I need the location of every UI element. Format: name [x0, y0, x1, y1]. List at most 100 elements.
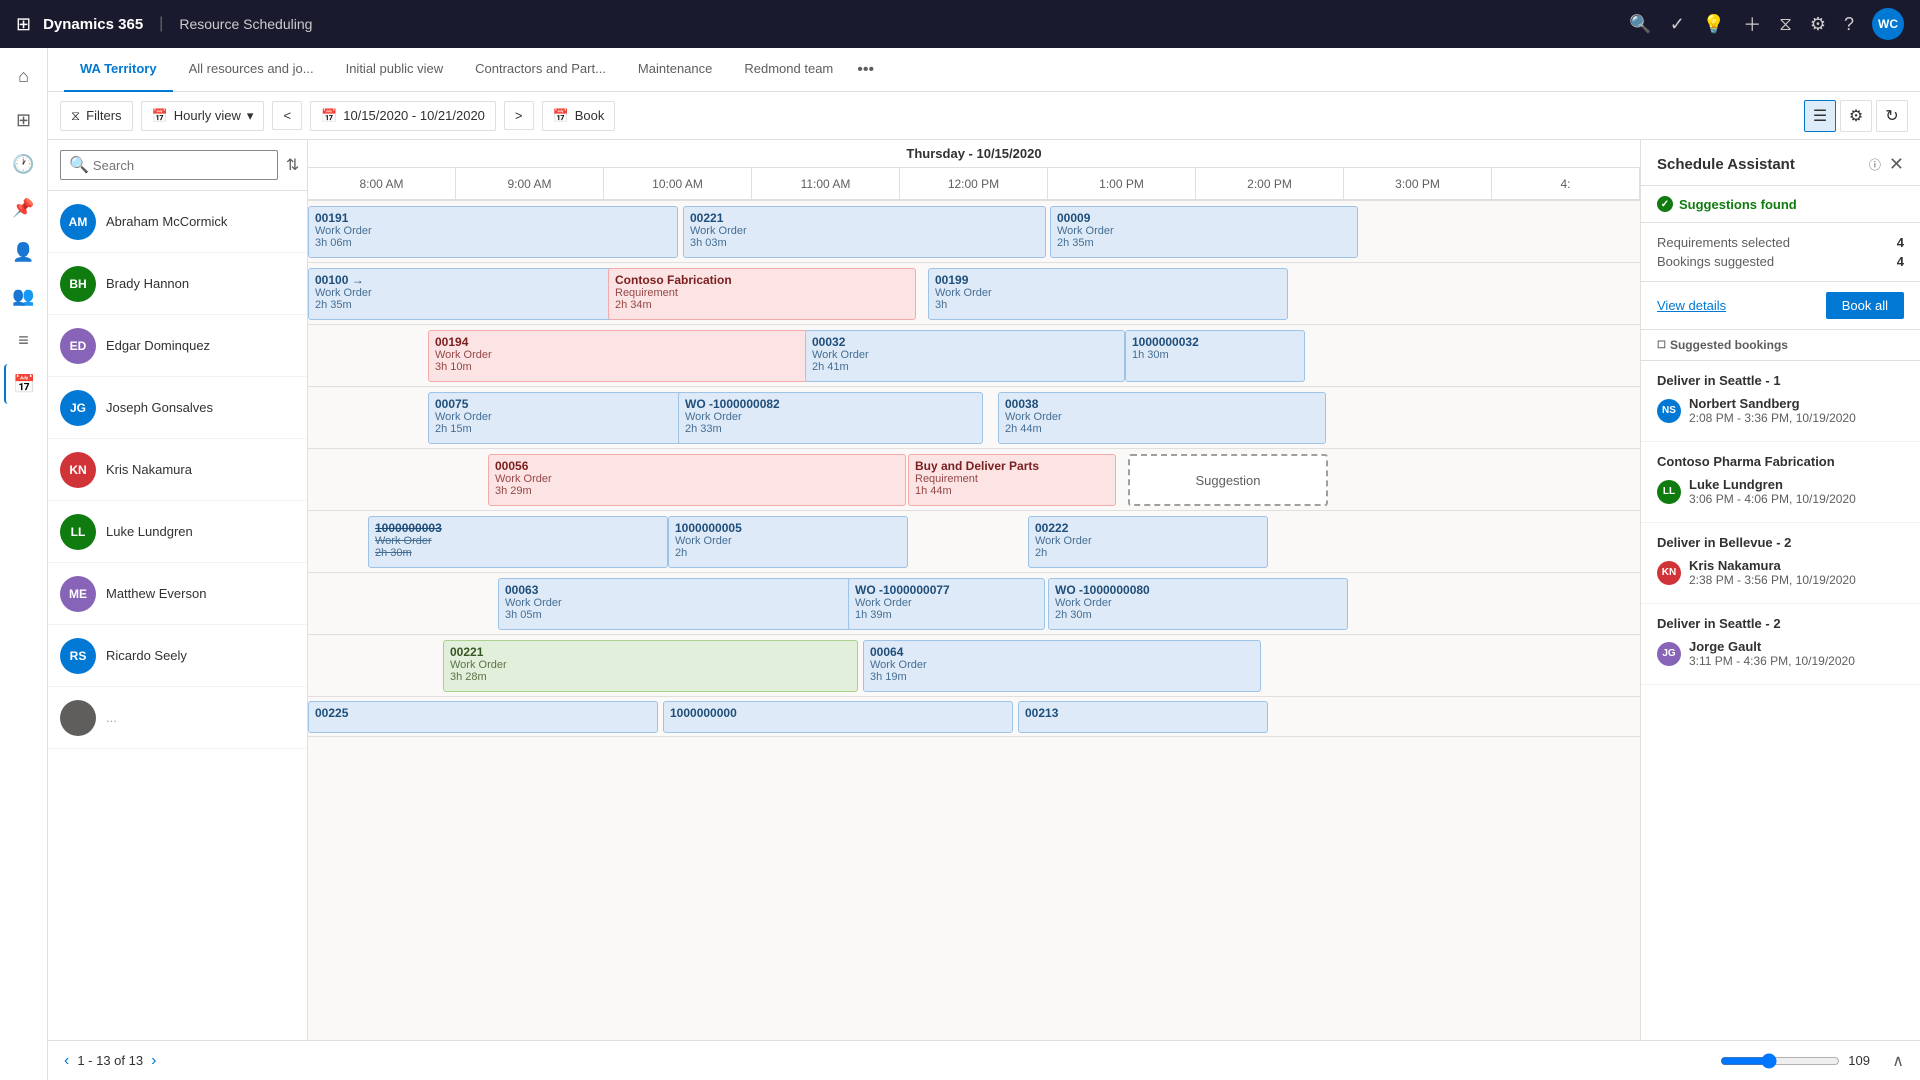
sidebar-pinned-icon[interactable]: 📌 [4, 188, 44, 228]
booking-1000000032[interactable]: 1000000032 1h 30m [1125, 330, 1305, 382]
list-item: ME Matthew Everson [48, 563, 307, 625]
avatar: AM [60, 204, 96, 240]
timeline-row-extra: 00225 1000000000 00213 [308, 697, 1640, 737]
search-area: 🔍 ⇅ [48, 140, 307, 191]
booking-00032[interactable]: 00032 Work Order 2h 41m [805, 330, 1125, 382]
help-icon[interactable]: ? [1844, 14, 1854, 35]
booking-00191[interactable]: 00191 Work Order 3h 06m [308, 206, 678, 258]
booking-00213[interactable]: 00213 [1018, 701, 1268, 733]
collapse-button[interactable]: ∧ [1892, 1051, 1904, 1071]
filter-icon: ⧖ [71, 108, 80, 124]
tab-contractors[interactable]: Contractors and Part... [459, 48, 622, 92]
next-date-button[interactable]: > [504, 101, 534, 130]
time-slot-3pm: 3:00 PM [1344, 168, 1492, 199]
waffle-icon[interactable]: ⊞ [16, 14, 31, 35]
avatar: JG [1657, 642, 1681, 666]
toolbar-right: ☰ ⚙ ↻ [1804, 100, 1908, 132]
booking-00199[interactable]: 00199 Work Order 3h [928, 268, 1288, 320]
booking-00009[interactable]: 00009 Work Order 2h 35m [1050, 206, 1358, 258]
search-box[interactable]: 🔍 [60, 150, 278, 180]
time-slot-12pm: 12:00 PM [900, 168, 1048, 199]
filters-button[interactable]: ⧖ Filters [60, 101, 133, 131]
booking-suggestion-kris[interactable]: Suggestion [1128, 454, 1328, 506]
booking-00222[interactable]: 00222 Work Order 2h [1028, 516, 1268, 568]
refresh-icon[interactable]: ↻ [1876, 100, 1908, 132]
sidebar-home-icon[interactable]: ⌂ [4, 56, 44, 96]
booking-wo-1000000077[interactable]: WO -1000000077 Work Order 1h 39m [848, 578, 1045, 630]
booking-00075[interactable]: 00075 Work Order 2h 15m [428, 392, 697, 444]
booking-00194[interactable]: 00194 Work Order 3h 10m [428, 330, 821, 382]
resource-name: Luke Lundgren [106, 524, 193, 539]
suggestion-group-title: Deliver in Seattle - 1 [1657, 373, 1904, 388]
timeline-area: Thursday - 10/15/2020 8:00 AM 9:00 AM 10… [308, 140, 1640, 1080]
sidebar-calendar-icon[interactable]: 📅 [4, 364, 44, 404]
book-all-button[interactable]: Book all [1826, 292, 1904, 319]
booking-00038[interactable]: 00038 Work Order 2h 44m [998, 392, 1326, 444]
close-button[interactable]: ✕ [1889, 154, 1904, 175]
sidebar-team-icon[interactable]: 👥 [4, 276, 44, 316]
add-icon[interactable]: ＋ [1743, 11, 1761, 37]
sidebar-apps-icon[interactable]: ⊞ [4, 100, 44, 140]
resource-name: Joseph Gonsalves [106, 400, 213, 415]
booking-1000000000[interactable]: 1000000000 [663, 701, 1013, 733]
avatar: NS [1657, 399, 1681, 423]
sort-icon[interactable]: ⇅ [286, 155, 299, 175]
bookings-label: Bookings suggested [1657, 254, 1774, 269]
assistant-title: Schedule Assistant [1657, 156, 1861, 173]
tab-wa-territory[interactable]: WA Territory [64, 48, 173, 92]
book-button[interactable]: 📅 Book [542, 101, 616, 131]
tab-more-icon[interactable]: ••• [849, 61, 882, 79]
time-slot-2pm: 2:00 PM [1196, 168, 1344, 199]
booking-00221-ricardo[interactable]: 00221 Work Order 3h 28m [443, 640, 858, 692]
list-view-icon[interactable]: ☰ [1804, 100, 1836, 132]
booking-00225[interactable]: 00225 [308, 701, 658, 733]
lightbulb-icon[interactable]: 💡 [1703, 14, 1725, 35]
avatar: ME [60, 576, 96, 612]
separator: | [159, 15, 163, 33]
requirements-row: Requirements selected 4 [1657, 233, 1904, 252]
suggested-bookings-label: ☐ Suggested bookings [1641, 330, 1920, 361]
booking-wo-1000000082[interactable]: WO -1000000082 Work Order 2h 33m [678, 392, 983, 444]
date-range-button[interactable]: 📅 10/15/2020 - 10/21/2020 [310, 101, 496, 131]
sidebar-people-icon[interactable]: 👤 [4, 232, 44, 272]
search-icon[interactable]: 🔍 [1629, 14, 1651, 35]
checklist-icon[interactable]: ✓ [1670, 14, 1685, 35]
tab-maintenance[interactable]: Maintenance [622, 48, 728, 92]
schedule-area: 🔍 ⇅ AM Abraham McCormick BH Brady Hannon… [48, 140, 1920, 1080]
next-page-button[interactable]: › [151, 1052, 156, 1070]
assistant-status: Suggestions found [1641, 186, 1920, 223]
suggestion-person: KN Kris Nakamura 2:38 PM - 3:56 PM, 10/1… [1657, 558, 1904, 587]
booking-00063[interactable]: 00063 Work Order 3h 05m [498, 578, 863, 630]
resource-name: ... [106, 710, 117, 725]
prev-page-button[interactable]: ‹ [64, 1052, 69, 1070]
assistant-header: Schedule Assistant ⓘ ✕ [1641, 140, 1920, 186]
booking-1000000005[interactable]: 1000000005 Work Order 2h [668, 516, 908, 568]
booking-contoso-fabrication[interactable]: Contoso Fabrication Requirement 2h 34m [608, 268, 916, 320]
settings-view-icon[interactable]: ⚙ [1840, 100, 1872, 132]
booking-00221-abraham[interactable]: 00221 Work Order 3h 03m [683, 206, 1046, 258]
tab-all-resources[interactable]: All resources and jo... [173, 48, 330, 92]
toolbar: ⧖ Filters 📅 Hourly view ▾ < 📅 10/15/2020… [48, 92, 1920, 140]
filter-icon[interactable]: ⧖ [1779, 14, 1792, 35]
booking-buy-deliver-parts[interactable]: Buy and Deliver Parts Requirement 1h 44m [908, 454, 1116, 506]
info-icon[interactable]: ⓘ [1869, 156, 1881, 173]
prev-date-button[interactable]: < [272, 101, 302, 130]
booking-wo-1000000080[interactable]: WO -1000000080 Work Order 2h 30m [1048, 578, 1348, 630]
settings-icon[interactable]: ⚙ [1810, 14, 1826, 35]
booking-00056[interactable]: 00056 Work Order 3h 29m [488, 454, 906, 506]
timeline-body[interactable]: 6h 00191 Work Order 3h 06m 00221 Work Or… [308, 201, 1640, 1080]
avatar: JG [60, 390, 96, 426]
assistant-stats: Requirements selected 4 Bookings suggest… [1641, 223, 1920, 282]
tab-redmond[interactable]: Redmond team [728, 48, 849, 92]
booking-1000000003[interactable]: 1000000003 Work Order 2h 30m [368, 516, 668, 568]
user-avatar[interactable]: WC [1872, 8, 1904, 40]
hourly-view-button[interactable]: 📅 Hourly view ▾ [141, 101, 265, 131]
view-details-button[interactable]: View details [1657, 292, 1726, 319]
booking-00064[interactable]: 00064 Work Order 3h 19m [863, 640, 1261, 692]
search-input[interactable] [93, 158, 269, 173]
sidebar-recent-icon[interactable]: 🕐 [4, 144, 44, 184]
zoom-range-input[interactable] [1720, 1053, 1840, 1069]
tab-initial-public[interactable]: Initial public view [330, 48, 460, 92]
sidebar-list-icon[interactable]: ≡ [4, 320, 44, 360]
booking-00100[interactable]: 00100 → Work Order 2h 35m [308, 268, 616, 320]
